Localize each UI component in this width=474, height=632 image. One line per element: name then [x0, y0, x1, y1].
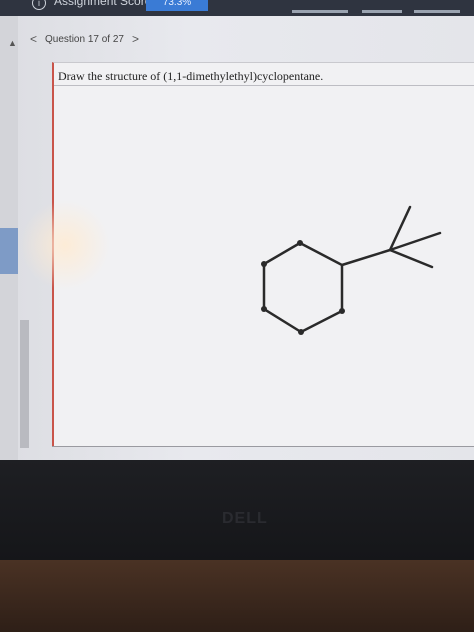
scrollbar[interactable]: [20, 320, 29, 448]
atom-node: [261, 306, 267, 312]
panel-bottom-edge: [52, 446, 474, 447]
header-bar: [292, 10, 348, 13]
ring-bonds: [262, 241, 344, 334]
top-bar: i Assignment Score: 73.3%: [0, 0, 474, 16]
info-icon[interactable]: i: [32, 0, 46, 10]
collapse-arrow-icon[interactable]: ▲: [8, 38, 17, 48]
substituent-bond: [340, 248, 392, 267]
rail-tab[interactable]: [0, 228, 18, 274]
atom-node: [298, 329, 304, 335]
atom-node: [339, 308, 345, 314]
desk-surface: [0, 560, 474, 632]
chevron-right-icon[interactable]: >: [132, 32, 139, 46]
question-counter: Question 17 of 27: [45, 33, 124, 45]
question-nav: < Question 17 of 27 >: [30, 30, 139, 48]
atom-node: [297, 240, 303, 246]
chevron-left-icon[interactable]: <: [30, 32, 37, 46]
header-bar: [414, 10, 460, 13]
brand-logo: DELL: [222, 510, 268, 527]
monitor-screen: i Assignment Score: 73.3% ▲ < Question 1…: [0, 0, 474, 460]
header-bar: [362, 10, 402, 13]
atom-node: [261, 261, 267, 267]
structure-drawing[interactable]: [54, 63, 474, 443]
assignment-score-badge: 73.3%: [146, 0, 208, 11]
assignment-score-label: Assignment Score:: [54, 0, 155, 8]
monitor-bezel: DELL: [0, 460, 474, 560]
screen-glare: [20, 200, 110, 290]
question-panel: Draw the structure of (1,1-dimethylethyl…: [52, 62, 474, 446]
methyl-bond: [388, 248, 434, 269]
